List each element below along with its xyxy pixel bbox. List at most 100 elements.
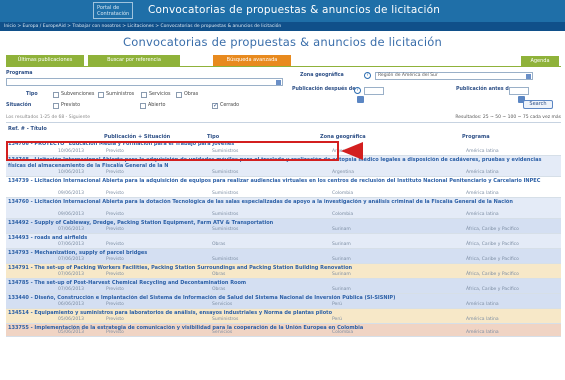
- row-program: América latina: [466, 302, 499, 307]
- row-type: Suministros: [212, 257, 239, 262]
- table-row[interactable]: 134760 - Licitación Internacional Abiert…: [6, 198, 561, 219]
- header-title: Convocatorias de propuestas & anuncios d…: [148, 4, 441, 16]
- row-program: África, Caribe y Pacífico: [466, 242, 519, 247]
- publicacion-despues-input[interactable]: [364, 87, 384, 95]
- tipo-servicios-label: Servicios: [149, 92, 171, 97]
- row-title-link[interactable]: 134793 - Mechanization, supply of parcel…: [8, 250, 561, 256]
- row-status: Previsto: [106, 212, 124, 217]
- row-publication-date: 06/06/2013: [58, 302, 84, 307]
- situacion-abierto-label: Abierto: [148, 103, 166, 108]
- row-title-link[interactable]: 134492 - Supply of Cableway, Dredge, Pac…: [8, 220, 561, 226]
- row-program: América latina: [466, 330, 499, 335]
- row-title-link[interactable]: 134791 - The set-up of Packing Workers F…: [8, 265, 561, 271]
- situacion-previsto-checkbox[interactable]: [53, 103, 59, 109]
- despues-help-icon[interactable]: ?: [354, 87, 361, 94]
- row-status: Previsto: [106, 330, 124, 335]
- situacion-previsto-label: Previsto: [61, 103, 81, 108]
- header-bar: Portal de Contratación Convocatorias de …: [0, 0, 565, 22]
- results-per-page[interactable]: Resultados: 25 ~ 50 ~ 100 ~ 75 cada vez …: [455, 115, 561, 120]
- arrow-pointer-icon: [341, 142, 363, 160]
- table-row[interactable]: 134739 - Licitación Internacional Abiert…: [6, 177, 561, 198]
- row-type: Suministros: [212, 317, 239, 322]
- programa-select[interactable]: [6, 78, 283, 86]
- tipo-subvenciones-checkbox[interactable]: [53, 92, 59, 98]
- tipo-servicios-checkbox[interactable]: [141, 92, 147, 98]
- table-row[interactable]: 134492 - Supply of Cableway, Dredge, Pac…: [6, 219, 561, 234]
- row-zone: Colombia: [332, 191, 354, 196]
- row-title-link[interactable]: 134514 - Equipamiento y suministros para…: [8, 310, 561, 316]
- row-title-link[interactable]: 134785 - The set-up of Post-Harvest Chem…: [8, 280, 561, 286]
- table-row[interactable]: 134793 - Mechanization, supply of parcel…: [6, 249, 561, 264]
- row-status: Previsto: [106, 170, 124, 175]
- tipo-label: Tipo: [26, 92, 38, 97]
- calendar-icon[interactable]: [357, 96, 364, 103]
- row-program: América latina: [466, 149, 499, 154]
- row-title-link[interactable]: 133440 - Diseño, Construcción e Implanta…: [8, 295, 561, 301]
- advanced-search-form: Programa Zona geográfica ? Región de Amé…: [6, 67, 561, 117]
- row-zone: Surinam: [332, 242, 351, 247]
- tipo-suministros-checkbox[interactable]: [98, 92, 104, 98]
- zona-geografica-label: Zona geográfica: [300, 73, 344, 78]
- row-title-link[interactable]: 134760 - Licitación Internacional Abiert…: [8, 199, 561, 205]
- zona-help-icon[interactable]: ?: [364, 72, 371, 79]
- results-bar: Los resultados 1-25 de 68 - Siguiente Re…: [6, 114, 561, 123]
- table-header: Ref. # - Título Publicación + Situación …: [6, 126, 561, 140]
- row-publication-date: 07/06/2013: [58, 272, 84, 277]
- row-publication-date: 05/06/2013: [58, 317, 84, 322]
- situacion-cerrado-label: Cerrado: [220, 103, 240, 108]
- tipo-obras-label: Obras: [184, 92, 199, 97]
- breadcrumb[interactable]: Inicio > Europa / EuropeAid > Trabajar c…: [0, 22, 565, 31]
- portal-logo[interactable]: Portal de Contratación: [93, 2, 133, 19]
- row-publication-date: 09/06/2013: [58, 212, 84, 217]
- row-publication-date: 09/06/2013: [58, 191, 84, 196]
- table-row[interactable]: 134785 - The set-up of Post-Harvest Chem…: [6, 279, 561, 294]
- situacion-abierto-checkbox[interactable]: [140, 103, 146, 109]
- tab-advanced-search[interactable]: Búsqueda avanzada: [213, 55, 291, 66]
- results-count[interactable]: Los resultados 1-25 de 68 - Siguiente: [6, 115, 90, 120]
- chevron-down-icon: [526, 74, 531, 79]
- row-title-link[interactable]: 134493 - roads and airfields: [8, 235, 561, 241]
- table-row[interactable]: 133755 - Implementación de la estrategia…: [6, 324, 561, 337]
- row-title-link[interactable]: 134739 - Licitación Internacional Abiert…: [8, 178, 561, 184]
- row-zone: Surinam: [332, 227, 351, 232]
- chevron-down-icon: [276, 80, 281, 85]
- row-type: Obras: [212, 287, 226, 292]
- row-status: Previsto: [106, 257, 124, 262]
- situacion-cerrado-checkbox[interactable]: [212, 102, 218, 109]
- row-type: Suministros: [212, 191, 239, 196]
- zona-geografica-select[interactable]: Región de América del Sur: [375, 72, 533, 80]
- table-row[interactable]: 134514 - Equipamiento y suministros para…: [6, 309, 561, 324]
- row-zone: Colombia: [332, 330, 354, 335]
- row-program: África, Caribe y Pacífico: [466, 257, 519, 262]
- col-ref-title[interactable]: Ref. # - Título: [8, 126, 47, 132]
- tab-latest-publications[interactable]: Últimas publicaciones: [6, 55, 84, 66]
- tipo-suministros-label: Suministros: [106, 92, 135, 97]
- row-publication-date: 07/06/2013: [58, 287, 84, 292]
- row-status: Previsto: [106, 317, 124, 322]
- agenda-button[interactable]: Agenda: [521, 56, 559, 66]
- row-type: Suministros: [212, 212, 239, 217]
- row-program: África, Caribe y Pacífico: [466, 227, 519, 232]
- page-title: Convocatorias de propuestas & anuncios d…: [123, 35, 442, 49]
- publicacion-antes-input[interactable]: [509, 87, 529, 95]
- row-publication-date: 07/06/2013: [58, 257, 84, 262]
- search-button[interactable]: Search: [523, 100, 553, 109]
- table-row[interactable]: 134791 - The set-up of Packing Workers F…: [6, 264, 561, 279]
- row-status: Previsto: [106, 287, 124, 292]
- table-row[interactable]: 134493 - roads and airfields 07/06/2013 Pr…: [6, 234, 561, 249]
- row-program: América latina: [466, 317, 499, 322]
- row-status: Previsto: [106, 227, 124, 232]
- tipo-obras-checkbox[interactable]: [176, 92, 182, 98]
- row-status: Previsto: [106, 191, 124, 196]
- row-publication-date: 07/06/2013: [58, 227, 84, 232]
- row-program: América latina: [466, 170, 499, 175]
- zona-geografica-value: Región de América del Sur: [378, 73, 438, 78]
- programa-label: Programa: [6, 71, 33, 76]
- row-zone: Perú: [332, 317, 343, 322]
- table-row[interactable]: 133440 - Diseño, Construcción e Implanta…: [6, 294, 561, 309]
- row-zone: Colombia: [332, 212, 354, 217]
- tab-search-by-reference[interactable]: Buscar por referencia: [88, 55, 180, 66]
- row-type: Obras: [212, 272, 226, 277]
- row-zone: Argentina: [332, 170, 354, 175]
- row-publication-date: 10/06/2013: [58, 170, 84, 175]
